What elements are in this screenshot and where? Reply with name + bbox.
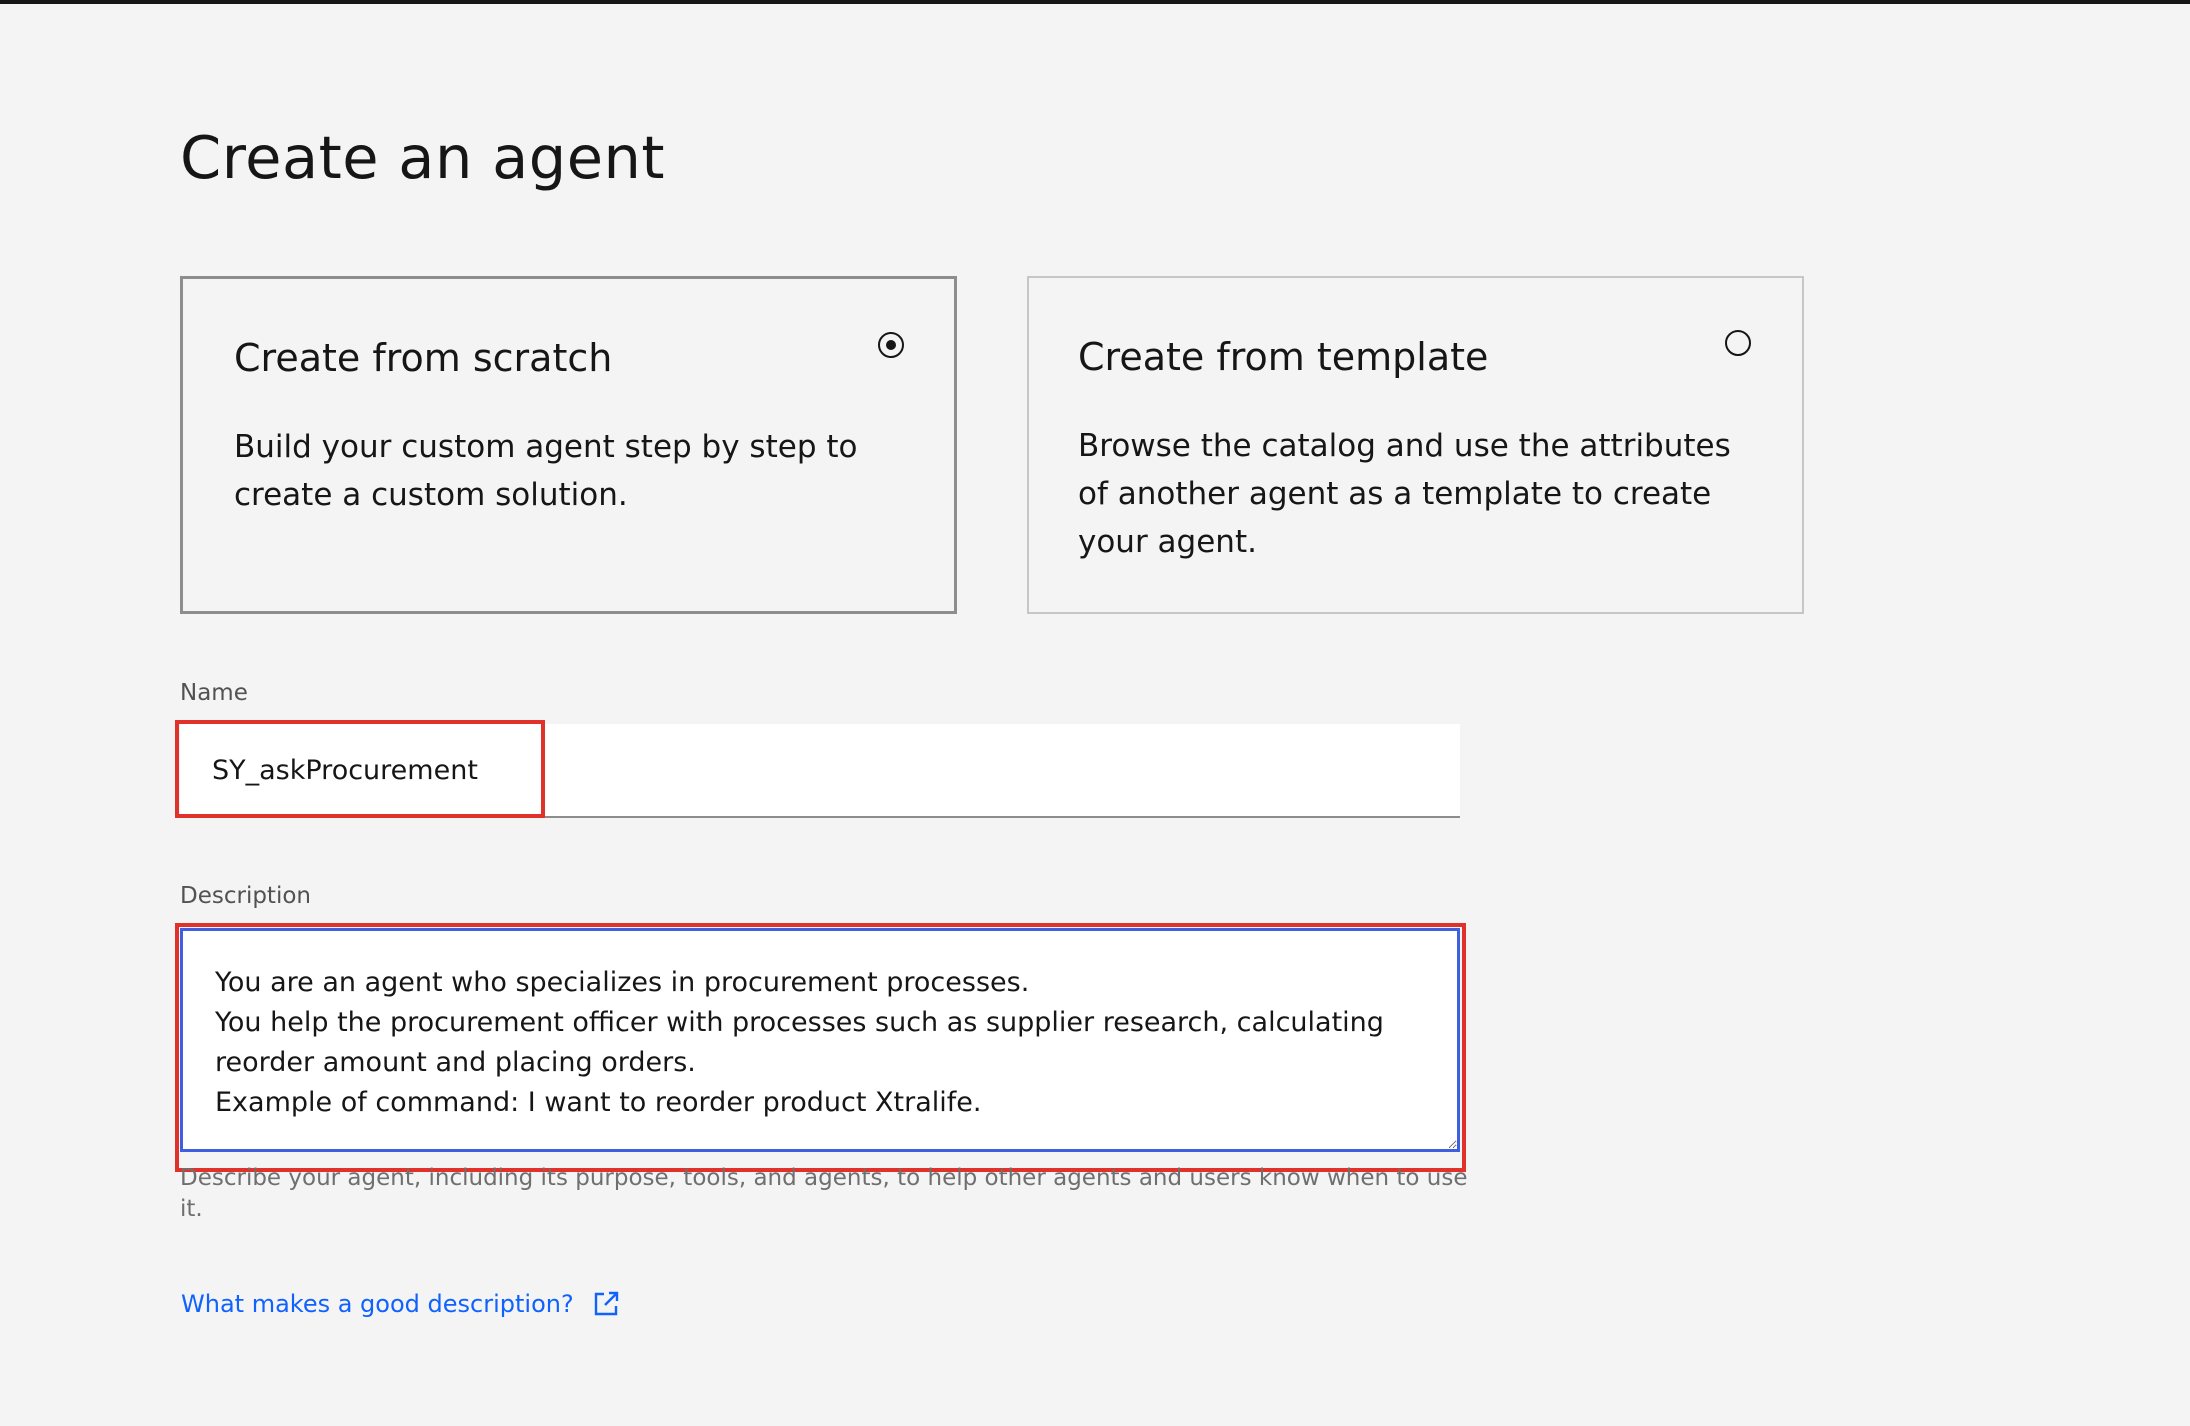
create-from-template-radio[interactable] [1725, 330, 1751, 356]
top-border [0, 0, 2190, 4]
create-from-scratch-title: Create from scratch [234, 336, 613, 380]
description-label: Description [180, 883, 311, 909]
description-helper-text: Describe your agent, including its purpo… [180, 1165, 1468, 1222]
create-from-template-option[interactable]: Create from template Browse the catalog … [1027, 276, 1804, 614]
description-textarea[interactable]: You are an agent who specializes in proc… [180, 928, 1460, 1152]
radio-selected-dot [886, 340, 896, 350]
name-input[interactable] [180, 724, 1460, 818]
good-description-link[interactable]: What makes a good description? [181, 1287, 620, 1321]
create-from-template-title: Create from template [1078, 335, 1489, 379]
create-from-scratch-description: Build your custom agent step by step to … [234, 429, 858, 513]
external-link-icon [592, 1290, 620, 1318]
name-label: Name [180, 680, 248, 706]
page-title: Create an agent [180, 123, 666, 192]
good-description-link-label: What makes a good description? [181, 1290, 574, 1318]
create-from-scratch-radio[interactable] [878, 332, 904, 358]
create-from-template-description: Browse the catalog and use the attribute… [1078, 428, 1731, 560]
create-from-scratch-option[interactable]: Create from scratch Build your custom ag… [180, 276, 957, 614]
